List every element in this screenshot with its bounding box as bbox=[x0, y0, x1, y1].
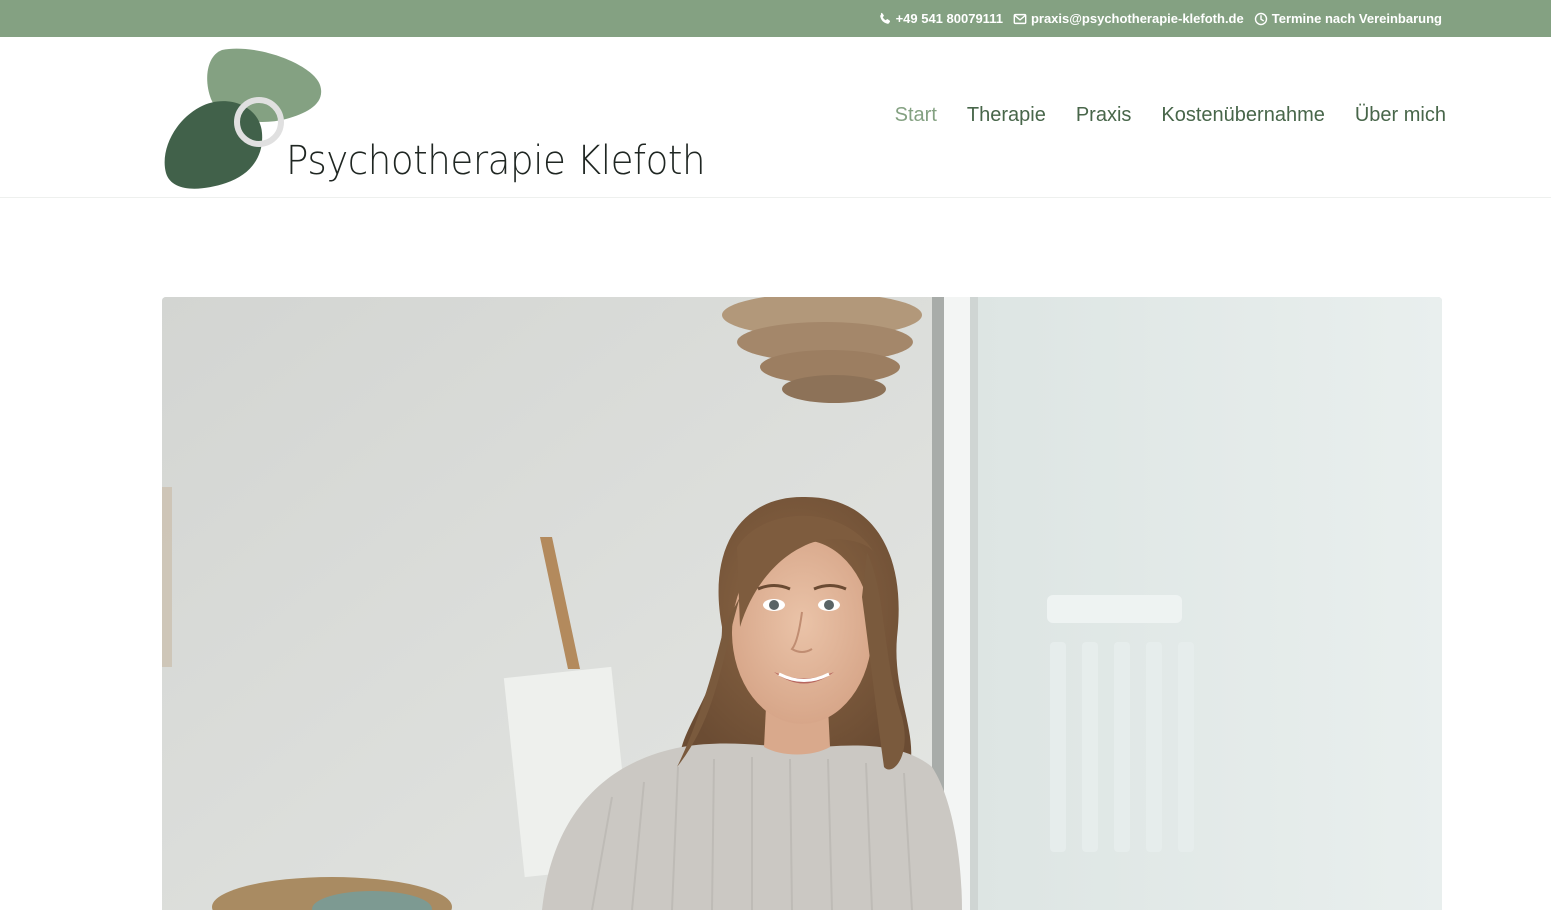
hours-info: Termine nach Vereinbarung bbox=[1254, 11, 1442, 26]
mail-icon bbox=[1013, 12, 1027, 26]
site-header: Psychotherapie Klefoth Start Therapie Pr… bbox=[0, 37, 1551, 198]
nav-item-ueber-mich[interactable]: Über mich bbox=[1355, 104, 1446, 127]
clock-icon bbox=[1254, 12, 1268, 26]
hero-image bbox=[162, 297, 1442, 910]
phone-number: +49 541 80079111 bbox=[895, 11, 1003, 26]
main-navigation: Start Therapie Praxis Kostenübernahme Üb… bbox=[895, 104, 1446, 127]
contact-info: +49 541 80079111 praxis@psychotherapie-k… bbox=[878, 0, 1442, 37]
phone-link[interactable]: +49 541 80079111 bbox=[878, 11, 1003, 26]
brand-name: Psychotherapie Klefoth bbox=[286, 138, 706, 184]
hours-text: Termine nach Vereinbarung bbox=[1271, 11, 1442, 26]
site-logo[interactable]: Psychotherapie Klefoth bbox=[162, 47, 706, 193]
portrait-photo bbox=[162, 297, 1442, 910]
nav-item-start[interactable]: Start bbox=[895, 104, 937, 127]
nav-item-praxis[interactable]: Praxis bbox=[1076, 104, 1132, 127]
email-link[interactable]: praxis@psychotherapie-klefoth.de bbox=[1013, 11, 1244, 26]
email-address: praxis@psychotherapie-klefoth.de bbox=[1030, 11, 1244, 26]
phone-icon bbox=[878, 12, 892, 26]
top-contact-bar: +49 541 80079111 praxis@psychotherapie-k… bbox=[0, 0, 1551, 37]
nav-item-kostenuebernahme[interactable]: Kostenübernahme bbox=[1161, 104, 1324, 127]
nav-item-therapie[interactable]: Therapie bbox=[967, 104, 1046, 127]
